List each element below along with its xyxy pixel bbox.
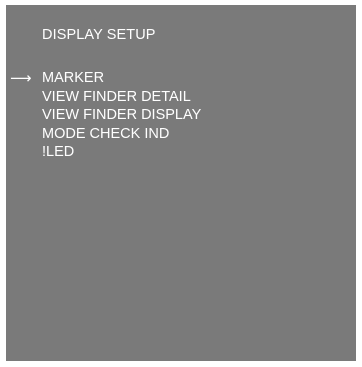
selection-arrow-icon: ⟶ bbox=[10, 69, 32, 87]
menu-item-label: VIEW FINDER DETAIL bbox=[42, 88, 191, 105]
menu-item-marker[interactable]: ⟶ MARKER bbox=[6, 69, 346, 88]
menu-item-mode-check-ind[interactable]: MODE CHECK IND bbox=[6, 125, 346, 144]
menu-title: DISPLAY SETUP bbox=[42, 27, 156, 43]
menu-item-view-finder-detail[interactable]: VIEW FINDER DETAIL bbox=[6, 88, 346, 107]
menu-item-led[interactable]: !LED bbox=[6, 143, 346, 162]
menu-item-label: MODE CHECK IND bbox=[42, 125, 170, 142]
menu-item-label: MARKER bbox=[42, 70, 105, 86]
menu-item-view-finder-display[interactable]: VIEW FINDER DISPLAY bbox=[6, 106, 346, 125]
menu-item-label: VIEW FINDER DISPLAY bbox=[42, 107, 202, 123]
menu-item-label: !LED bbox=[42, 144, 75, 160]
display-setup-screen: DISPLAY SETUP ⟶ MARKER VIEW FINDER DETAI… bbox=[6, 5, 356, 361]
menu-list: ⟶ MARKER VIEW FINDER DETAIL VIEW FINDER … bbox=[6, 69, 346, 162]
